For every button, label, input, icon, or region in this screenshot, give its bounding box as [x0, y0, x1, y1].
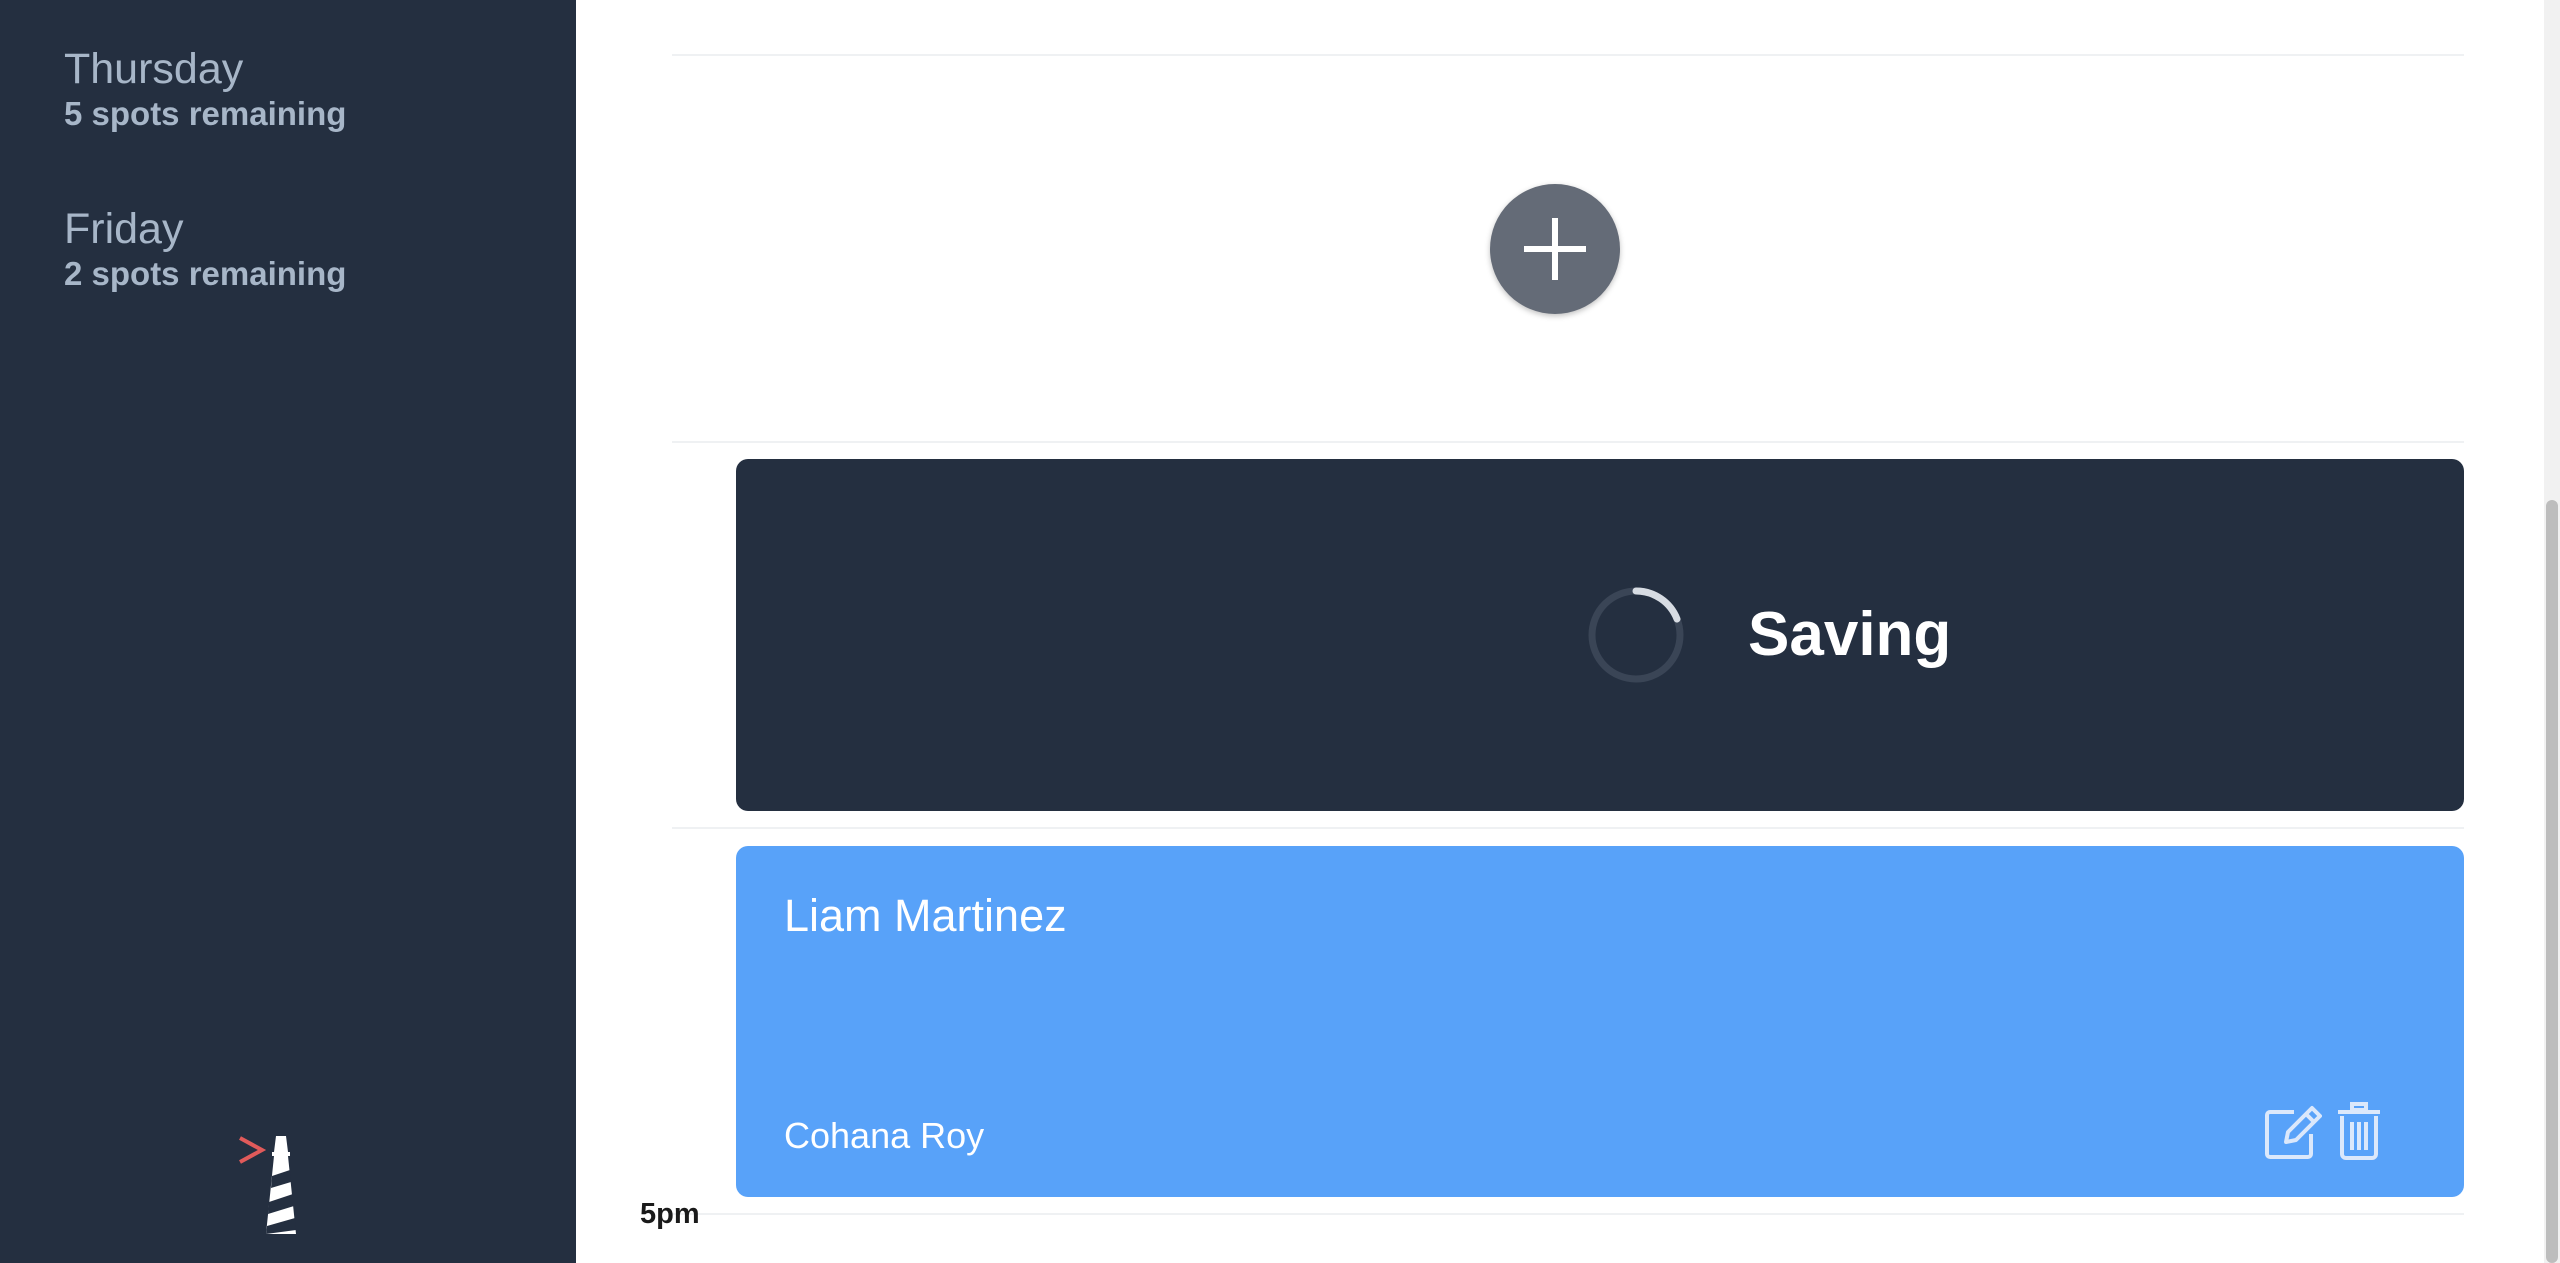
time-label: 5pm — [640, 1198, 700, 1230]
day-spots-remaining: 2 spots remaining — [64, 255, 347, 292]
day-name: Friday — [64, 205, 184, 253]
appointment-title: Liam Martinez — [784, 890, 1067, 941]
day-name: Thursday — [64, 45, 244, 93]
add-appointment-button[interactable] — [1490, 184, 1620, 314]
schedule-main: Saving Liam Martinez Cohana Roy 5pm — [576, 0, 2544, 1263]
scrollbar[interactable] — [2544, 0, 2560, 1263]
spinner-icon — [1588, 587, 1684, 683]
sidebar-day-thursday[interactable]: Thursday 5 spots remaining — [64, 44, 346, 134]
saving-overlay: Saving — [736, 459, 2464, 811]
edit-icon[interactable] — [2264, 1104, 2322, 1160]
plus-icon — [1524, 218, 1586, 280]
appointment-subtitle: Cohana Roy — [784, 1115, 985, 1156]
lighthouse-logo — [239, 1136, 296, 1234]
timeslot-divider — [672, 54, 2464, 56]
timeslot-divider — [672, 1213, 2464, 1215]
timeslot-divider — [672, 827, 2464, 829]
appointment-card[interactable]: Liam Martinez Cohana Roy — [736, 846, 2464, 1197]
timeslot-divider — [672, 441, 2464, 443]
sidebar-day-friday[interactable]: Friday 2 spots remaining — [64, 204, 346, 294]
sidebar: Thursday 5 spots remaining Friday 2 spot… — [0, 0, 576, 1263]
saving-label: Saving — [1748, 600, 1952, 669]
day-spots-remaining: 5 spots remaining — [64, 95, 347, 132]
scrollbar-thumb[interactable] — [2546, 500, 2558, 1263]
trash-icon[interactable] — [2336, 1102, 2382, 1160]
